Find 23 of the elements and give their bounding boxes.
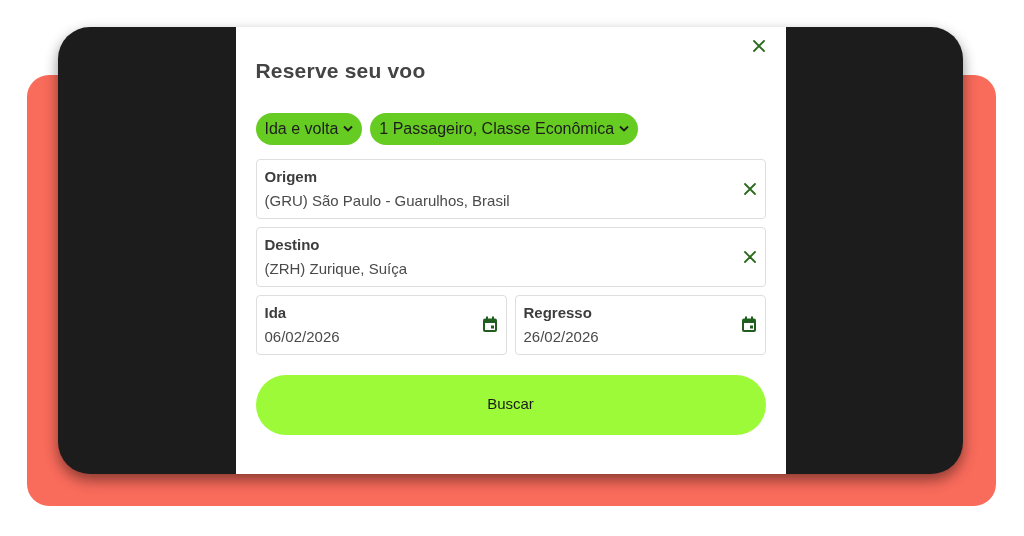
input-field[interactable]: 06/02/2026: [264, 326, 476, 347]
dropdown-button[interactable]: 1 Passageiro, Classe Econômica: [370, 112, 639, 145]
chevron-icon: [343, 125, 354, 132]
input-field[interactable]: (ZRH) Zurique, Suíça: [264, 258, 737, 279]
calendar-icon[interactable]: [740, 316, 757, 333]
date-field[interactable]: Ida 06/02/2026: [255, 294, 507, 355]
field-label: Origem: [264, 166, 317, 187]
calendar-icon[interactable]: [481, 316, 498, 333]
chevron-icon: [619, 125, 630, 132]
search-button[interactable]: Buscar: [255, 374, 766, 435]
date-field[interactable]: Regresso 26/02/2026: [514, 294, 766, 355]
input-field[interactable]: (GRU) São Paulo - Guarulhos, Brasil: [264, 190, 737, 211]
clear-icon[interactable]: [742, 249, 757, 264]
field-label: Ida: [264, 302, 287, 323]
close-icon[interactable]: [751, 39, 766, 53]
location-field[interactable]: Origem (GRU) São Paulo - Guarulhos, Brasil: [255, 158, 766, 219]
clear-icon[interactable]: [742, 181, 757, 196]
field-label: Regresso: [523, 302, 592, 323]
input-field[interactable]: 26/02/2026: [523, 326, 735, 347]
location-field[interactable]: Destino (ZRH) Zurique, Suíça: [255, 226, 766, 287]
field-label: Destino: [264, 234, 320, 255]
dropdown-button[interactable]: Ida e volta: [255, 112, 363, 145]
dialog-title: Reserve seu voo: [255, 58, 427, 84]
